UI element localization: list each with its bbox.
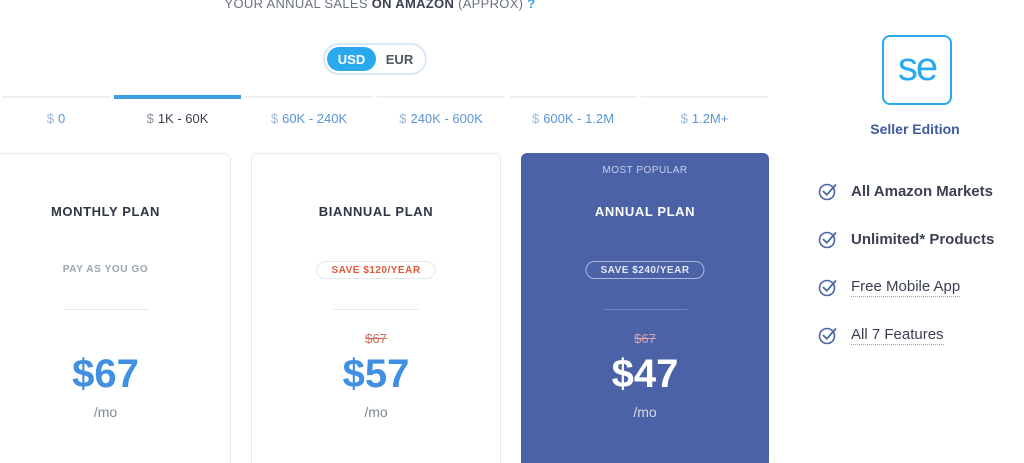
help-question-link[interactable]: ? bbox=[527, 0, 535, 11]
annual-plan-card[interactable]: MOST POPULAR ANNUAL PLAN SAVE $240/YEAR … bbox=[521, 153, 769, 463]
sales-tier-tabs: $0 $1K - 60K $60K - 240K $240K - 600K $6… bbox=[0, 95, 770, 140]
plan-divider bbox=[63, 309, 148, 310]
feature-label: All Amazon Markets bbox=[851, 182, 993, 200]
feature-label[interactable]: All 7 Features bbox=[851, 326, 944, 345]
currency-toggle[interactable]: USD EUR bbox=[323, 43, 427, 75]
tier-currency: $ bbox=[46, 110, 54, 126]
plan-price: $67 bbox=[72, 352, 139, 396]
tier-tab-1-2m-plus[interactable]: $1.2M+ bbox=[639, 96, 770, 140]
most-popular-label: MOST POPULAR bbox=[602, 165, 688, 176]
circle-check-icon bbox=[818, 327, 837, 345]
feature-item[interactable]: Free Mobile App bbox=[818, 277, 961, 297]
biannual-plan-card[interactable]: BIANNUAL PLAN SAVE $120/YEAR $67 $57 /mo bbox=[251, 153, 501, 463]
logo-text: se bbox=[897, 45, 938, 89]
feature-item: All Amazon Markets bbox=[818, 181, 993, 201]
plan-name: MONTHLY PLAN bbox=[50, 204, 161, 219]
tier-label: 240K - 600K bbox=[410, 110, 483, 126]
plan-subtitle: PAY AS YOU GO bbox=[62, 264, 149, 275]
tier-label: 60K - 240K bbox=[282, 110, 348, 126]
tier-currency: $ bbox=[270, 110, 279, 126]
plan-price: $47 bbox=[611, 352, 679, 396]
feature-item[interactable]: All 7 Features bbox=[818, 325, 944, 345]
plan-period: /mo bbox=[364, 404, 388, 420]
feature-item: Unlimited* Products bbox=[818, 229, 994, 249]
plan-old-price: $67 bbox=[634, 331, 656, 346]
feature-label: Unlimited* Products bbox=[851, 230, 995, 248]
tier-tab-240k-600k[interactable]: $240K - 600K bbox=[375, 96, 507, 140]
tier-label: 1.2M+ bbox=[691, 110, 729, 126]
save-badge: SAVE $240/YEAR bbox=[585, 261, 705, 279]
plan-period: /mo bbox=[93, 404, 118, 420]
tier-tab-0[interactable]: $0 bbox=[0, 96, 112, 140]
plan-price: $57 bbox=[342, 352, 410, 396]
currency-eur-button[interactable]: EUR bbox=[376, 47, 423, 71]
tier-label: 600K - 1.2M bbox=[543, 110, 615, 126]
sales-question-headline: YOUR ANNUAL SALES ON AMAZON (APPROX) ? bbox=[0, 0, 760, 11]
circle-check-icon bbox=[818, 183, 837, 201]
tier-label: 0 bbox=[58, 110, 66, 126]
headline-bold: ON AMAZON bbox=[371, 0, 455, 11]
tier-tab-600k-1-2m[interactable]: $600K - 1.2M bbox=[507, 96, 639, 140]
tier-currency: $ bbox=[680, 110, 688, 126]
feature-label[interactable]: Free Mobile App bbox=[851, 278, 961, 297]
edition-title: Seller Edition bbox=[870, 121, 960, 137]
plan-old-price: $67 bbox=[365, 331, 387, 346]
plan-divider bbox=[334, 309, 418, 310]
tier-currency: $ bbox=[146, 110, 154, 126]
tier-currency: $ bbox=[531, 110, 540, 126]
headline-text: YOUR ANNUAL SALES bbox=[224, 0, 372, 11]
circle-check-icon bbox=[818, 231, 837, 249]
circle-check-icon bbox=[818, 279, 837, 297]
tier-tab-60k-240k[interactable]: $60K - 240K bbox=[243, 96, 375, 140]
headline-suffix: (APPROX) bbox=[454, 0, 528, 11]
plan-name: ANNUAL PLAN bbox=[594, 204, 696, 219]
plan-name: BIANNUAL PLAN bbox=[318, 204, 434, 219]
currency-usd-button[interactable]: USD bbox=[327, 47, 376, 71]
tier-currency: $ bbox=[399, 110, 407, 126]
monthly-plan-card[interactable]: MONTHLY PLAN PAY AS YOU GO $67 /mo bbox=[0, 153, 231, 463]
seller-edition-logo: se bbox=[882, 35, 952, 105]
plan-divider bbox=[603, 309, 687, 310]
save-badge: SAVE $120/YEAR bbox=[316, 261, 436, 279]
tier-tab-1k-60k[interactable]: $1K - 60K bbox=[112, 95, 243, 140]
tier-label: 1K - 60K bbox=[157, 110, 209, 126]
plan-period: /mo bbox=[633, 404, 657, 420]
